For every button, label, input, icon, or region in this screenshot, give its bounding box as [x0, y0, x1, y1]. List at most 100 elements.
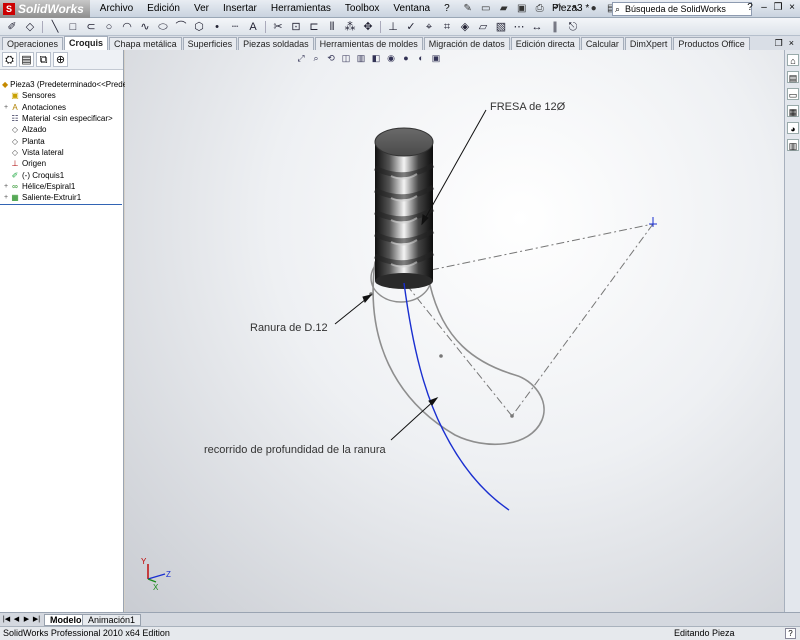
- menu-help[interactable]: ?: [442, 3, 452, 14]
- cutter-cylinder[interactable]: [373, 127, 435, 289]
- menu-archivo[interactable]: Archivo: [98, 3, 135, 14]
- line-icon[interactable]: ╲: [47, 20, 63, 34]
- tree-item-sensores[interactable]: ▣ Sensores: [0, 90, 123, 101]
- depth-path-curve[interactable]: [403, 282, 510, 511]
- arc-icon[interactable]: ◠: [119, 20, 135, 34]
- tab-calcular[interactable]: Calcular: [580, 37, 624, 50]
- move-icon[interactable]: ✥: [360, 20, 376, 34]
- status-help-icon[interactable]: ?: [785, 628, 796, 639]
- exit-sketch-icon[interactable]: ⎋: [565, 20, 581, 34]
- tree-root-part[interactable]: ◆ Pieza3 (Predeterminado<<Predeterminado…: [0, 79, 170, 90]
- pin-icon[interactable]: ✎: [460, 2, 476, 16]
- tree-item-vista-lateral[interactable]: ◇ Vista lateral: [0, 147, 123, 158]
- tab-operaciones[interactable]: Operaciones: [2, 37, 64, 50]
- spline-icon[interactable]: ∿: [137, 20, 153, 34]
- smart-dimension-icon[interactable]: ◇: [22, 20, 38, 34]
- tab-chapa-metalica[interactable]: Chapa metálica: [109, 37, 182, 50]
- tab-croquis[interactable]: Croquis: [64, 36, 109, 50]
- linear-pattern-icon[interactable]: ⁂: [342, 20, 358, 34]
- tree-item-helice-espiral1[interactable]: + ∞ Hélice/Espiral1: [0, 181, 123, 192]
- feature-tree-tab-icon[interactable]: ⛭: [2, 52, 17, 67]
- tree-item-alzado[interactable]: ◇ Alzado: [0, 124, 123, 135]
- last-tab-icon[interactable]: ▶|: [32, 614, 41, 625]
- rapid-sketch-icon[interactable]: ⌗: [439, 20, 455, 34]
- tab-modelo[interactable]: Modelo: [44, 614, 88, 626]
- display-relations-icon[interactable]: ⊥: [385, 20, 401, 34]
- repair-sketch-icon[interactable]: ✓: [403, 20, 419, 34]
- solidworks-logo[interactable]: S SolidWorks: [0, 0, 90, 18]
- instant-3d-icon[interactable]: ◈: [457, 20, 473, 34]
- construction-line-top[interactable]: [430, 223, 654, 271]
- circle-icon[interactable]: ○: [101, 20, 117, 34]
- print-icon[interactable]: ⎙: [532, 2, 548, 16]
- tab-herramientas-de-moldes[interactable]: Herramientas de moldes: [314, 37, 423, 50]
- view-palette-icon[interactable]: ▦: [787, 105, 799, 117]
- tab-superficies[interactable]: Superficies: [182, 37, 238, 50]
- configuration-manager-tab-icon[interactable]: ⧉: [36, 52, 51, 67]
- appearances-icon[interactable]: ◕: [787, 122, 799, 134]
- dimension-icon[interactable]: ↔: [529, 20, 545, 34]
- tab-edicion-directa[interactable]: Edición directa: [510, 37, 580, 50]
- rollback-bar[interactable]: [0, 204, 122, 206]
- sketch-point[interactable]: [439, 354, 443, 358]
- sketch-picture-icon[interactable]: ▧: [493, 20, 509, 34]
- menu-herramientas[interactable]: Herramientas: [269, 3, 333, 14]
- graphics-area[interactable]: ⤢ ⌕ ⟲ ◫ ▥ ◧ ◉ ● ◐ ▣ Y Z X FRESA de 12Ø R…: [125, 50, 784, 612]
- first-tab-icon[interactable]: |◀: [2, 614, 11, 625]
- slot-icon[interactable]: ⊂: [83, 20, 99, 34]
- menu-ver[interactable]: Ver: [192, 3, 211, 14]
- fillet-icon[interactable]: ⌒: [173, 20, 189, 34]
- ellipse-icon[interactable]: ⬭: [155, 20, 171, 34]
- plane-icon[interactable]: ▱: [475, 20, 491, 34]
- construction-line-diagonal[interactable]: [511, 223, 654, 417]
- next-tab-icon[interactable]: ▶: [22, 614, 31, 625]
- property-manager-tab-icon[interactable]: ▤: [19, 52, 34, 67]
- restore-doc-icon[interactable]: ❐: [775, 38, 783, 49]
- offset-icon[interactable]: ⊏: [306, 20, 322, 34]
- menu-toolbox[interactable]: Toolbox: [343, 3, 381, 14]
- custom-properties-icon[interactable]: ▥: [787, 139, 799, 151]
- relation-icon[interactable]: ∥: [547, 20, 563, 34]
- tree-item-croquis1[interactable]: ✐ (-) Croquis1: [0, 169, 123, 180]
- save-icon[interactable]: ▣: [514, 2, 530, 16]
- convert-entities-icon[interactable]: ⊡: [288, 20, 304, 34]
- sketch-origin-marker[interactable]: [649, 217, 657, 227]
- centerline-icon[interactable]: ┄: [227, 20, 243, 34]
- sketch-icon[interactable]: ✐: [4, 20, 20, 34]
- tree-item-anotaciones[interactable]: + A Anotaciones: [0, 102, 123, 113]
- menu-edicion[interactable]: Edición: [145, 3, 182, 14]
- menu-ventana[interactable]: Ventana: [391, 3, 432, 14]
- tab-dimxpert[interactable]: DimXpert: [624, 37, 673, 50]
- construction-line-inner[interactable]: [404, 282, 513, 417]
- text-icon[interactable]: A: [245, 20, 261, 34]
- prev-tab-icon[interactable]: ◀: [12, 614, 21, 625]
- design-library-icon[interactable]: ▤: [787, 71, 799, 83]
- tree-item-planta[interactable]: ◇ Planta: [0, 135, 123, 146]
- open-folder-icon[interactable]: ▰: [496, 2, 512, 16]
- quick-snaps-icon[interactable]: ⌖: [421, 20, 437, 34]
- solidworks-resources-icon[interactable]: ⌂: [787, 54, 799, 66]
- close-doc-icon[interactable]: ×: [789, 38, 794, 49]
- tab-piezas-soldadas[interactable]: Piezas soldadas: [238, 37, 314, 50]
- dimxpert-tab-icon[interactable]: ⊕: [53, 52, 68, 67]
- menu-insertar[interactable]: Insertar: [221, 3, 259, 14]
- tree-item-origen[interactable]: ⊥ Origen: [0, 158, 123, 169]
- point-icon[interactable]: •: [209, 20, 225, 34]
- tree-item-material[interactable]: ☷ Material <sin especificar>: [0, 113, 123, 124]
- file-explorer-icon[interactable]: ▭: [787, 88, 799, 100]
- help-icon[interactable]: ?: [744, 2, 756, 14]
- polygon-icon[interactable]: ⬡: [191, 20, 207, 34]
- tab-animacion1[interactable]: Animación1: [82, 614, 142, 626]
- rectangle-icon[interactable]: □: [65, 20, 81, 34]
- trim-icon[interactable]: ✂: [270, 20, 286, 34]
- mirror-icon[interactable]: ⫴: [324, 20, 340, 34]
- tree-item-saliente-extruir1[interactable]: + ▦ Saliente-Extruir1: [0, 192, 123, 203]
- search-input[interactable]: ⌕ Búsqueda de SolidWorks: [612, 2, 752, 16]
- tab-migracion-de-datos[interactable]: Migración de datos: [423, 37, 510, 50]
- construction-geometry-icon[interactable]: ⋯: [511, 20, 527, 34]
- close-icon[interactable]: ×: [786, 2, 798, 14]
- tab-productos-office[interactable]: Productos Office: [673, 37, 750, 50]
- minimize-icon[interactable]: –: [758, 2, 770, 14]
- new-document-icon[interactable]: ▭: [478, 2, 494, 16]
- sketch-point[interactable]: [510, 414, 514, 418]
